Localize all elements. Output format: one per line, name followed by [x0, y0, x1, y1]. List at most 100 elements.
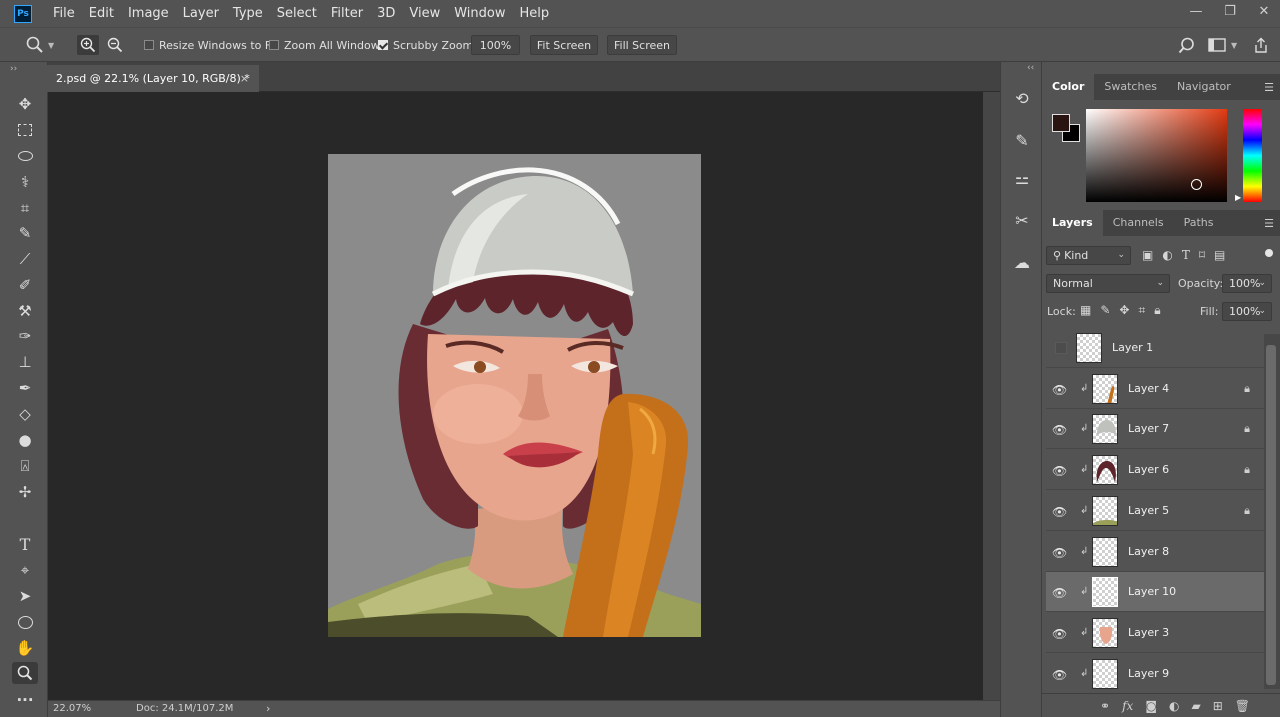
arrow-tool-icon[interactable]: ➤: [12, 585, 38, 607]
layer-row[interactable]: 👁︎ ↲ Layer 6 🔒︎: [1046, 450, 1264, 490]
layer-filter-kind-dropdown[interactable]: ⚲ Kind ⌄: [1046, 246, 1131, 265]
zoom-in-button[interactable]: [77, 35, 99, 55]
menu-filter[interactable]: Filter: [324, 0, 370, 27]
layer-thumbnail[interactable]: [1092, 454, 1118, 485]
crop-tool-icon[interactable]: ⌗: [12, 197, 38, 219]
eye-icon[interactable]: 👁︎: [1052, 546, 1067, 560]
clone-stamp-tool-icon[interactable]: ⚒: [12, 300, 38, 322]
fit-screen-button[interactable]: Fit Screen: [530, 35, 598, 55]
pen-tool-icon[interactable]: ✢: [12, 481, 38, 503]
layer-row[interactable]: 👁︎ ↲ Layer 4 🔒︎: [1046, 369, 1264, 409]
path-selection-tool-icon[interactable]: ⌖: [12, 559, 38, 581]
delete-layer-icon[interactable]: 🗑︎: [1235, 699, 1250, 713]
share-button[interactable]: [1253, 35, 1269, 55]
paint-bucket-tool-icon[interactable]: ✒: [12, 377, 38, 399]
eyedropper-tool-icon[interactable]: ✎: [12, 222, 38, 244]
link-layers-icon[interactable]: ⚭: [1100, 699, 1110, 713]
layer-thumbnail[interactable]: [1092, 576, 1118, 607]
eye-icon[interactable]: 👁︎: [1052, 464, 1067, 478]
layer-row[interactable]: 👁︎ ↲ Layer 9: [1046, 654, 1264, 690]
blur-tool-icon[interactable]: ◇: [12, 403, 38, 425]
fill-screen-button[interactable]: Fill Screen: [607, 35, 677, 55]
shape-filter-icon[interactable]: ⌑: [1199, 248, 1205, 262]
eye-icon[interactable]: 👁︎: [1052, 505, 1067, 519]
eye-icon[interactable]: 👁︎: [1052, 383, 1067, 397]
healing-brush-tool-icon[interactable]: ⟋: [12, 248, 38, 270]
layer-style-icon[interactable]: fx: [1122, 699, 1133, 713]
filter-toggle-icon[interactable]: [1265, 249, 1273, 257]
opacity-field[interactable]: 100% ⌄: [1222, 274, 1272, 293]
sponge-tool-icon[interactable]: ⍓: [12, 455, 38, 477]
eraser-tool-icon[interactable]: ⊥: [12, 351, 38, 373]
new-layer-icon[interactable]: ⊞: [1213, 699, 1223, 713]
visibility-toggle[interactable]: [1055, 341, 1067, 354]
dodge-tool-icon[interactable]: ●: [12, 429, 38, 451]
lock-position-icon[interactable]: ✥: [1119, 303, 1129, 318]
search-button[interactable]: [1178, 35, 1195, 55]
color-picker-ring[interactable]: [1191, 179, 1202, 190]
layer-row[interactable]: 👁︎ ↲ Layer 10: [1046, 572, 1264, 612]
zoom-tool-icon[interactable]: [12, 662, 38, 684]
tab-layers[interactable]: Layers: [1042, 210, 1103, 236]
hue-slider[interactable]: [1243, 109, 1262, 202]
collapse-dock-icon[interactable]: ‹‹: [1027, 63, 1034, 73]
restore-button[interactable]: ❐: [1222, 4, 1238, 19]
tab-channels[interactable]: Channels: [1103, 210, 1174, 236]
tab-swatches[interactable]: Swatches: [1094, 74, 1167, 100]
hand-tool-icon[interactable]: ✋: [12, 637, 38, 659]
lock-artboard-icon[interactable]: ⌗: [1138, 303, 1145, 318]
adjustment-filter-icon[interactable]: ◐: [1162, 248, 1172, 262]
layer-thumbnail[interactable]: [1076, 332, 1102, 363]
blend-mode-dropdown[interactable]: Normal ⌄: [1046, 274, 1170, 293]
clone-source-panel-icon[interactable]: ⚍: [1010, 166, 1034, 190]
layer-thumbnail[interactable]: [1092, 536, 1118, 567]
scrubby-zoom-checkbox[interactable]: Scrubby Zoom: [378, 35, 473, 55]
foreground-color-swatch[interactable]: [1052, 114, 1070, 132]
layer-row[interactable]: 👁︎ ↲ Layer 3: [1046, 613, 1264, 653]
zoom-100-button[interactable]: 100%: [471, 35, 520, 55]
libraries-panel-icon[interactable]: ☁: [1010, 250, 1034, 274]
tab-color[interactable]: Color: [1042, 74, 1095, 100]
menu-select[interactable]: Select: [270, 0, 324, 27]
layer-row[interactable]: 👁︎ ↲ Layer 7 🔒︎: [1046, 409, 1264, 449]
menu-file[interactable]: File: [46, 0, 82, 27]
close-window-button[interactable]: ✕: [1256, 4, 1272, 19]
eye-icon[interactable]: 👁︎: [1052, 627, 1067, 641]
zoom-level[interactable]: 22.07%: [53, 703, 91, 714]
canvas-vertical-scrollbar[interactable]: [983, 92, 1000, 700]
eye-icon[interactable]: 👁︎: [1052, 668, 1067, 682]
layer-thumbnail[interactable]: [1092, 495, 1118, 526]
minimize-button[interactable]: —: [1188, 4, 1204, 19]
type-filter-icon[interactable]: T: [1182, 248, 1190, 262]
zoom-all-windows-checkbox[interactable]: Zoom All Windows: [269, 35, 385, 55]
more-tools-icon[interactable]: ···: [12, 689, 38, 711]
layer-row[interactable]: Layer 1: [1046, 328, 1264, 368]
layer-thumbnail[interactable]: [1092, 617, 1118, 648]
ellipse-tool-icon[interactable]: [12, 611, 38, 633]
move-tool-icon[interactable]: ✥: [12, 93, 38, 115]
tab-paths[interactable]: Paths: [1174, 210, 1224, 236]
history-panel-icon[interactable]: ⟲: [1010, 86, 1034, 110]
tool-preset-picker[interactable]: ▼: [26, 35, 54, 55]
menu-edit[interactable]: Edit: [82, 0, 121, 27]
lock-image-icon[interactable]: ✎: [1100, 303, 1110, 318]
menu-help[interactable]: Help: [513, 0, 557, 27]
resize-windows-check[interactable]: [144, 40, 154, 50]
fill-field[interactable]: 100% ⌄: [1222, 302, 1272, 321]
zoom-all-windows-check[interactable]: [269, 40, 279, 50]
history-brush-tool-icon[interactable]: ✑: [12, 325, 38, 347]
zoom-out-button[interactable]: [104, 35, 126, 55]
layer-row[interactable]: 👁︎ ↲ Layer 8: [1046, 532, 1264, 572]
document-canvas[interactable]: [328, 154, 701, 637]
status-menu-arrow-icon[interactable]: ›: [266, 702, 270, 715]
new-group-icon[interactable]: ▰: [1191, 699, 1200, 713]
layer-thumbnail[interactable]: [1092, 373, 1118, 404]
magic-wand-tool-icon[interactable]: ⚕: [12, 171, 38, 193]
hue-slider-marker-icon[interactable]: ▶: [1235, 193, 1241, 202]
scrubby-zoom-check[interactable]: [378, 40, 388, 50]
menu-image[interactable]: Image: [121, 0, 176, 27]
eye-icon[interactable]: 👁︎: [1052, 586, 1067, 600]
lock-transparent-icon[interactable]: ▦: [1080, 303, 1091, 318]
panel-menu-icon[interactable]: ☰: [1264, 81, 1274, 94]
pixel-filter-icon[interactable]: ▣: [1142, 248, 1153, 262]
